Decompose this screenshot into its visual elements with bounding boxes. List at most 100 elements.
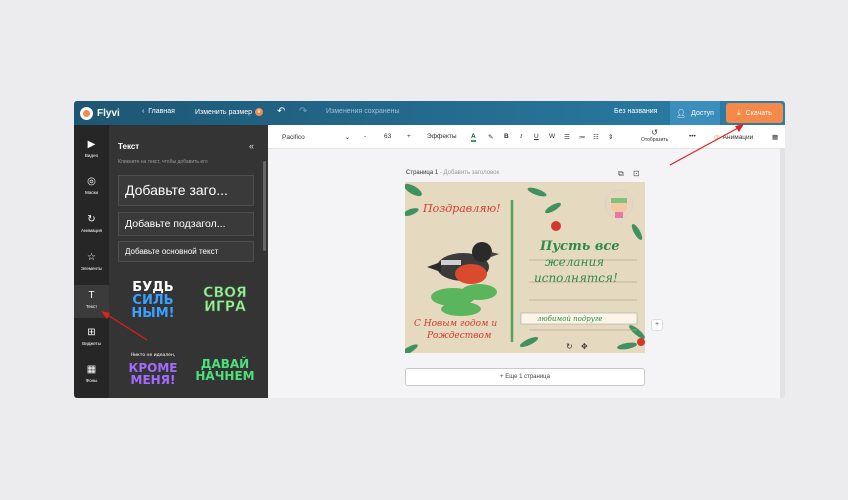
add-page-title-link[interactable]: Добавить заголовок	[444, 170, 500, 176]
add-body-text-button[interactable]: Добавьте основной текст	[118, 241, 254, 262]
logo[interactable]: Flyvi	[80, 106, 120, 120]
wish-line-2[interactable]: желания	[545, 255, 604, 269]
rail-label: Фоны	[85, 378, 98, 383]
animation-icon: ◎	[714, 134, 720, 141]
reflect-icon: ↺	[651, 128, 658, 137]
rotate-handle-icon[interactable]: ↻	[566, 342, 573, 351]
flyvi-editor: Flyvi ‹ Главная Изменить размер ♛ ↶ ↷ Изм…	[74, 101, 785, 398]
preset-line: МЕНЯ!	[130, 372, 176, 387]
home-link[interactable]: ‹ Главная	[142, 108, 175, 115]
list-icon[interactable]: ≔	[579, 133, 586, 141]
animations-label: Анимации	[722, 134, 754, 141]
user-icon: 👤︎	[676, 108, 687, 118]
collapse-panel-icon[interactable]: «	[249, 141, 254, 151]
text-color-icon[interactable]: A	[471, 133, 476, 142]
strikethrough-button[interactable]: W	[549, 133, 555, 140]
rail-item-widgets[interactable]: ⊞ Виджеты	[74, 327, 109, 346]
resize-button[interactable]: Изменить размер ♛	[195, 108, 264, 116]
mask-icon: ◎	[87, 176, 96, 187]
star-icon: ☆	[87, 252, 96, 263]
add-page-icon[interactable]: ⊡	[633, 169, 640, 178]
preset-line: СВОЯ	[203, 285, 247, 301]
rail-label: Видео	[84, 153, 99, 158]
duplicate-page-icon[interactable]: ⧉	[618, 169, 624, 179]
wish-line-3[interactable]: исполнятся!	[534, 271, 618, 285]
rail-label: Маски	[84, 190, 99, 195]
font-size-decrease[interactable]: -	[364, 133, 366, 140]
text-preset-bud-silnym[interactable]: БУДЬ СИЛЬ НЫМ!	[123, 281, 183, 320]
preset-line: НАЧНЕМ	[195, 369, 255, 383]
add-more-pages-button[interactable]: + Еще 1 страница	[405, 368, 645, 386]
animation-icon: ↻	[87, 214, 96, 225]
download-icon: ⤓	[737, 108, 741, 117]
underline-button[interactable]: U	[534, 133, 539, 140]
widgets-icon: ⊞	[87, 327, 96, 338]
preset-small-line: Никто не идеален,	[130, 353, 176, 358]
panel-hint: Кликните на текст, чтобы добавить его	[118, 159, 208, 165]
bold-button[interactable]: B	[504, 133, 509, 140]
canvas-scrollbar[interactable]	[780, 149, 785, 398]
animations-button[interactable]: ◎ Анимации	[714, 133, 753, 141]
text-icon: T	[88, 290, 95, 301]
highlight-icon[interactable]: ✎	[488, 133, 493, 141]
greeting-text[interactable]: Поздравляю!	[423, 202, 501, 215]
rail-label: Элементы	[80, 266, 103, 271]
document-name[interactable]: Без названия	[614, 108, 657, 115]
letter-spacing-icon[interactable]: ⇕	[608, 133, 613, 141]
chevron-down-icon: ⌄	[344, 134, 351, 141]
rail-label: Текст	[85, 304, 98, 309]
font-size-increase[interactable]: +	[407, 133, 411, 140]
effects-button[interactable]: Эффекты	[427, 133, 457, 140]
resize-label: Изменить размер	[195, 108, 253, 116]
preset-line: КРОМЕ	[128, 360, 178, 375]
access-label: Доступ	[691, 109, 714, 117]
add-subheading-button[interactable]: Добавьте подзагол...	[118, 212, 254, 236]
brand-name: Flyvi	[97, 107, 120, 119]
text-preset-svoya-igra[interactable]: СВОЯ ИГРА	[195, 285, 255, 315]
backgrounds-icon: ▦	[86, 364, 97, 375]
italic-button[interactable]: I	[520, 133, 522, 140]
rail-item-animation[interactable]: ↻ Анимация	[74, 214, 109, 233]
home-label: Главная	[148, 108, 175, 115]
text-preset-krome-menya[interactable]: Никто не идеален, КРОМЕ МЕНЯ!	[123, 353, 183, 387]
rail-item-masks[interactable]: ◎ Маски	[74, 176, 109, 195]
rail-item-backgrounds[interactable]: ▦ Фоны	[74, 364, 109, 383]
crown-icon: ♛	[255, 108, 264, 116]
download-label: Скачать	[745, 109, 772, 117]
reflect-button[interactable]: ↺ Отобразить	[641, 128, 668, 143]
access-button[interactable]: 👤︎ Доступ	[670, 101, 720, 125]
text-toolbar: Pacifico ⌄ - 63 + Эффекты A ✎ B I U W ☰ ≔…	[268, 125, 785, 149]
font-size-value[interactable]: 63	[384, 133, 391, 140]
rail-label: Виджеты	[82, 341, 101, 346]
line-height-icon[interactable]: ☷	[593, 133, 599, 141]
more-options-icon[interactable]: •••	[689, 133, 696, 140]
screenshot-background: Flyvi ‹ Главная Изменить размер ♛ ↶ ↷ Изм…	[0, 0, 848, 500]
recipient-text[interactable]: любимой подруге	[537, 315, 603, 323]
align-center-icon[interactable]: ☰	[564, 133, 570, 141]
panel-scrollbar[interactable]	[263, 161, 266, 251]
download-button[interactable]: ⤓ Скачать	[726, 103, 783, 123]
move-handle-icon[interactable]: ✥	[581, 342, 588, 351]
video-icon: ▶	[87, 139, 96, 150]
text-panel: Текст « Кликните на текст, чтобы добавит…	[109, 125, 268, 398]
top-bar: Flyvi ‹ Главная Изменить размер ♛ ↶ ↷ Изм…	[74, 101, 785, 125]
new-year-line-2[interactable]: Рождеством	[427, 331, 491, 341]
panel-title: Текст	[118, 142, 140, 151]
reflect-label: Отобразить	[641, 137, 669, 143]
text-preset-davay-nachnem[interactable]: ДАВАЙ НАЧНЕМ	[192, 358, 258, 382]
redo-icon[interactable]: ↷	[299, 106, 307, 117]
page-label: Страница 1 - Добавить заголовок	[406, 170, 500, 176]
add-heading-button[interactable]: Добавьте заго...	[118, 175, 254, 206]
rail-item-text[interactable]: T Текст	[74, 285, 109, 318]
wish-line-1[interactable]: Пусть все	[540, 239, 620, 254]
undo-icon[interactable]: ↶	[277, 106, 285, 117]
add-comment-icon[interactable]: +	[651, 319, 663, 331]
rail-item-video[interactable]: ▶ Видео	[74, 139, 109, 158]
logo-icon	[80, 106, 93, 120]
font-select[interactable]: Pacifico ⌄	[282, 133, 350, 141]
rail-label: Анимация	[80, 228, 103, 233]
postcard-design[interactable]: Поздравляю! Пусть все желания исполнятся…	[405, 182, 645, 353]
transparency-icon[interactable]: ▦	[772, 133, 778, 141]
rail-item-elements[interactable]: ☆ Элементы	[74, 252, 109, 271]
new-year-line-1[interactable]: С Новым годом и	[414, 319, 497, 329]
